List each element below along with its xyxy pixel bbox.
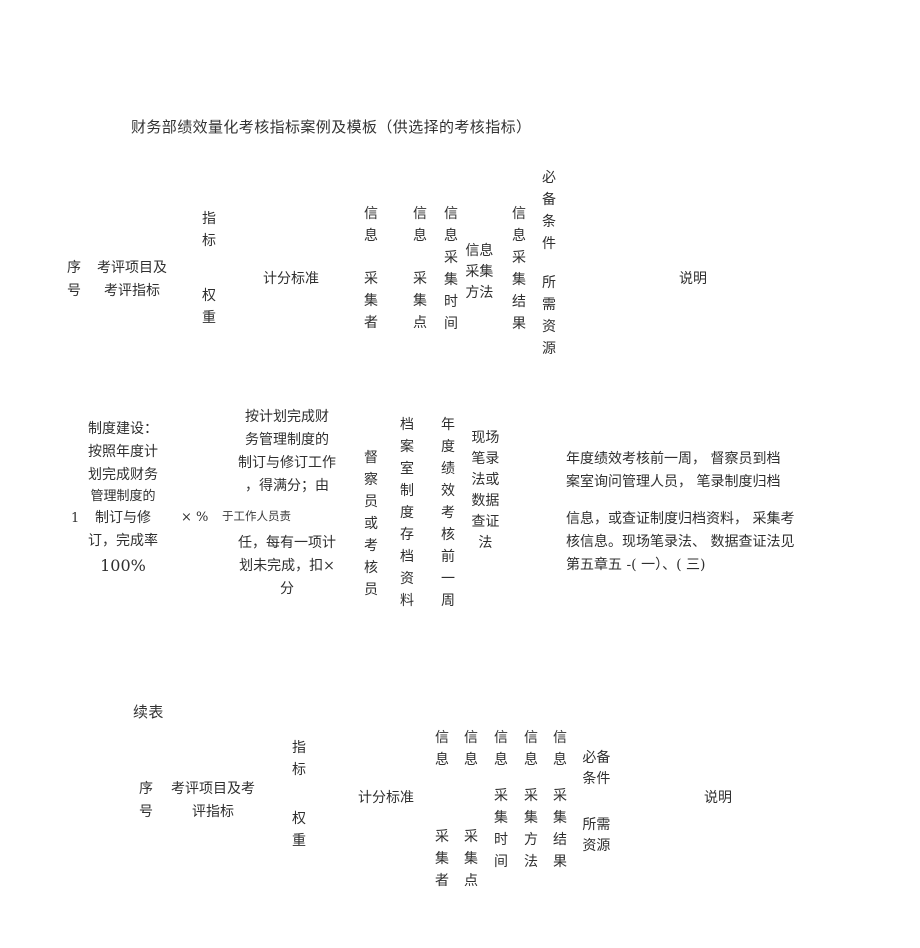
cell-item-line-7: 100% <box>100 556 146 575</box>
header2-info-collection-method-part-2: 采集方法 <box>524 788 538 870</box>
cell-scoring-line-1: 按计划完成财 <box>245 409 329 425</box>
header2-info-collection-result-part-2: 采集结果 <box>553 788 567 870</box>
header-indicator-weight-part-2: 权重 <box>202 285 216 329</box>
header2-item-line-2: 评指标 <box>192 804 234 820</box>
cell-scoring-line-6: 划未完成，扣× <box>239 558 335 574</box>
cell-item-line-3: 划完成财务 <box>88 467 158 483</box>
header-item-line-1: 考评项目及 <box>97 260 167 276</box>
cell-info-collection-method: 现场笔录法或数据查证法 <box>471 430 500 551</box>
remarks-line-5: 第五章五 -( 一）、( 三) <box>566 557 706 573</box>
header2-required-conditions-part-2: 所需资源 <box>582 817 611 854</box>
header-remarks: 说明 <box>679 271 707 287</box>
header-info-collection-point-part-1: 信息 <box>413 206 427 244</box>
cell-item-line-5: 制订与修 <box>95 510 151 526</box>
header2-info-collector-part-2: 采集者 <box>435 829 449 889</box>
header-info-collection-method: 信息采集方法 <box>465 243 494 301</box>
cell-scoring-line-2: 务管理制度的 <box>245 432 329 448</box>
header-indicator-weight-chars-2: 权重 <box>202 288 216 326</box>
remarks-line-2: 案室询问管理人员， 笔录制度归档 <box>566 474 781 490</box>
header-seq-no: 序 号 <box>63 257 85 303</box>
header2-item-line-1: 考评项目及考 <box>171 781 255 797</box>
header2-info-collection-result-part-1: 信息 <box>553 730 567 768</box>
header-required-conditions-part-2: 所需资源 <box>542 275 556 357</box>
header2-info-collection-point-part-1: 信息 <box>464 730 478 768</box>
header-info-collection-point-part-2: 采集点 <box>413 271 427 331</box>
cell-item-line-1: 制度建设： <box>88 421 158 437</box>
cell-info-collector: 督察员或考核员 <box>364 450 378 598</box>
header-item-line-2: 考评指标 <box>104 283 160 299</box>
header2-info-collection-time-part-1: 信息 <box>494 730 508 768</box>
header-required-conditions-part-1: 必备条件 <box>542 170 556 252</box>
header-seq-no-line-2: 号 <box>67 283 81 299</box>
header-indicator-weight-chars-1: 指标 <box>202 211 216 249</box>
header2-indicator-weight-part-2: 权重 <box>292 811 306 849</box>
cell-item-line-6: 订，完成率 <box>88 533 158 549</box>
header-info-collection-result: 信息采集结果 <box>512 206 526 332</box>
cell-info-collection-point: 档案室制度存档资料 <box>400 417 414 609</box>
cell-item-and-indicator: 制度建设： 按照年度计 划完成财务 管理制度的 制订与修 订，完成率 100% <box>73 418 173 578</box>
cell-scoring-standard: 按计划完成财 务管理制度的 制订与修订工作 ，得满分；由 <box>227 406 347 498</box>
header2-info-collection-method-part-1: 信息 <box>524 730 538 768</box>
header-indicator-weight-part-1: 指标 <box>202 208 216 252</box>
page-title: 财务部绩效量化考核指标案例及模板（供选择的考核指标） <box>131 118 532 136</box>
header-info-collector-part-1: 信息 <box>364 206 378 244</box>
header-seq-no-line-1: 序 <box>67 260 81 276</box>
cell-item-line-2: 按照年度计 <box>88 444 158 460</box>
header2-seq-no-line-2: 号 <box>139 804 153 820</box>
cell-scoring-line-4: ，得满分；由 <box>245 478 329 494</box>
continuation-label: 续表 <box>133 703 164 721</box>
header-info-collection-time: 信息采集时间 <box>444 206 458 332</box>
remarks-line-3: 信息，或查证制度归档资料， 采集考 <box>566 511 795 527</box>
cell-scoring-inline: 于工作人员责 <box>222 509 291 523</box>
cell-item-line-4: 管理制度的 <box>90 489 156 504</box>
cell-scoring-line-7: 分 <box>280 581 294 597</box>
cell-info-collection-time: 年度绩效考核前一周 <box>441 417 455 609</box>
cell-scoring-standard-cont: 任，每有一项计 划未完成，扣× 分 <box>227 532 347 601</box>
header2-scoring-standard: 计分标准 <box>358 790 414 806</box>
cell-scoring-line-5: 任，每有一项计 <box>238 535 336 551</box>
header2-indicator-weight-part-1: 指标 <box>292 740 306 778</box>
header2-info-collection-point-part-2: 采集点 <box>464 829 478 889</box>
header-item-and-indicator: 考评项目及 考评指标 <box>92 257 172 303</box>
header2-seq-no: 序 号 <box>135 778 157 824</box>
header-info-collector-part-2: 采集者 <box>364 271 378 331</box>
remarks-line-4: 核信息。现场笔录法、 数据查证法见 <box>566 534 795 550</box>
remarks-line-1: 年度绩效考核前一周， 督察员到档 <box>566 451 781 467</box>
header-scoring-standard: 计分标准 <box>263 271 319 287</box>
document-page: 财务部绩效量化考核指标案例及模板（供选择的考核指标） 序 号 考评项目及 考评指… <box>0 0 920 948</box>
header2-info-collection-time-part-2: 采集时间 <box>494 788 508 870</box>
cell-remarks: 年度绩效考核前一周， 督察员到档 案室询问管理人员， 笔录制度归档 信息，或查证… <box>566 448 876 577</box>
header2-item-and-indicator: 考评项目及考 评指标 <box>163 778 263 824</box>
header2-remarks: 说明 <box>704 790 732 806</box>
cell-scoring-line-3: 制订与修订工作 <box>238 455 336 471</box>
header2-seq-no-line-1: 序 <box>139 781 153 797</box>
header2-info-collector-part-1: 信息 <box>435 730 449 768</box>
cell-indicator-weight: × % <box>181 510 209 525</box>
header2-required-conditions-part-1: 必备条件 <box>582 750 611 787</box>
